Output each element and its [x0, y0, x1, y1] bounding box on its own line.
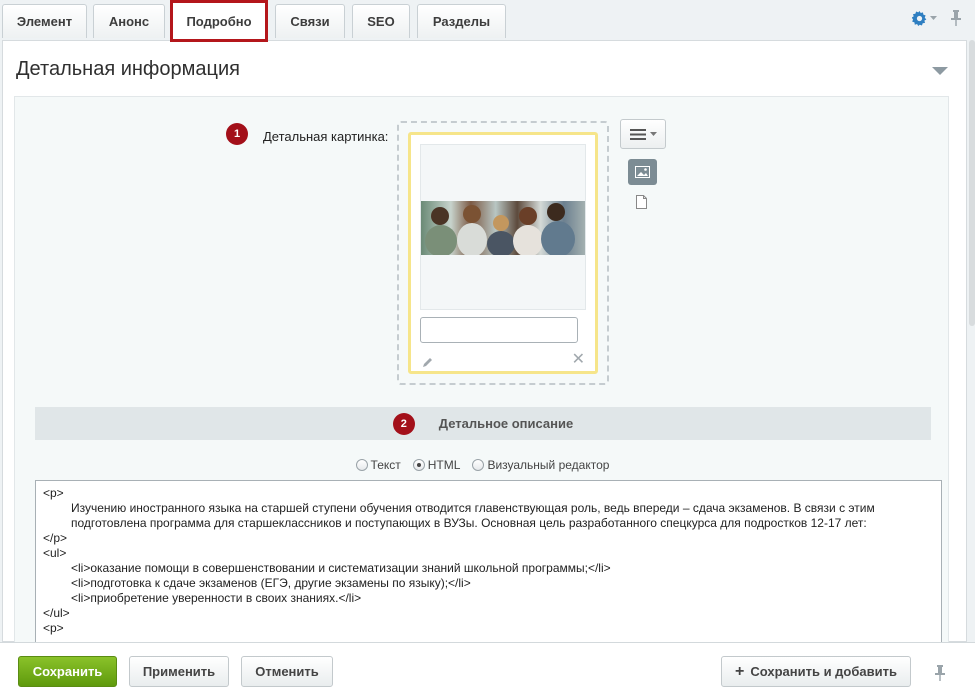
picture-drop-zone[interactable]: ✕	[397, 121, 609, 385]
code-line: <li>оказание помощи в совершенствовании …	[71, 561, 611, 575]
picture-menu-button[interactable]	[620, 119, 666, 149]
mode-visual-radio[interactable]: Визуальный редактор	[472, 458, 609, 472]
close-icon[interactable]: ✕	[572, 352, 585, 368]
tab-announce[interactable]: Анонс	[93, 4, 165, 38]
chevron-down-icon	[649, 131, 657, 136]
picture-card: ✕	[408, 132, 598, 374]
detail-description-header: 2 Детальное описание	[35, 407, 931, 440]
pin-icon	[951, 10, 961, 26]
details-panel: Детальная информация 1 Детальная картинк…	[2, 40, 967, 650]
panel-content: 1 Детальная картинка: ✕ 2 Детальное опис…	[14, 96, 950, 650]
code-line: Изучению иностранного языка на старшей с…	[71, 501, 879, 530]
mode-html-label: HTML	[427, 458, 461, 472]
scrollbar[interactable]	[969, 40, 975, 326]
code-line: <ul>	[43, 546, 67, 560]
mode-visual-label: Визуальный редактор	[487, 458, 610, 472]
apply-button[interactable]: Применить	[129, 656, 229, 687]
detail-description-title: Детальное описание	[438, 416, 574, 431]
chevron-down-icon	[930, 15, 937, 20]
file-icon[interactable]	[636, 195, 647, 214]
panel-title: Детальная информация	[16, 58, 240, 80]
tab-element[interactable]: Элемент	[2, 4, 87, 38]
code-line: <li>приобретение уверенности в своих зна…	[71, 591, 362, 605]
pin-tabs-button[interactable]	[951, 10, 961, 26]
plus-icon: +	[735, 662, 745, 680]
save-button[interactable]: Сохранить	[18, 656, 117, 687]
editor-mode-switch: Текст HTML Визуальный редактор	[15, 458, 950, 472]
tab-sections[interactable]: Разделы	[417, 4, 506, 38]
pin-footer-button[interactable]	[935, 665, 945, 681]
code-line: <li>подготовка к сдаче экзаменов (ЕГЭ, д…	[71, 576, 471, 590]
tab-seo[interactable]: SEO	[352, 4, 410, 38]
picture-description-input[interactable]	[420, 317, 578, 343]
collapse-arrow-icon[interactable]	[932, 67, 948, 75]
radio-icon	[472, 459, 485, 471]
image-view-button[interactable]	[628, 159, 657, 185]
tab-links[interactable]: Связи	[275, 4, 345, 38]
settings-menu[interactable]	[912, 10, 937, 26]
save-and-add-button[interactable]: + Сохранить и добавить	[721, 656, 911, 687]
mode-text-radio[interactable]: Текст	[355, 458, 401, 472]
menu-icon	[629, 128, 646, 140]
code-line: <p>	[43, 486, 64, 500]
tab-tools	[912, 10, 961, 26]
cancel-button[interactable]: Отменить	[241, 656, 333, 687]
gear-icon	[912, 10, 927, 26]
tab-details[interactable]: Подробно	[170, 0, 268, 42]
image-icon	[635, 166, 650, 178]
pin-icon	[935, 665, 945, 681]
code-line: <p>	[43, 621, 64, 635]
mode-html-radio[interactable]: HTML	[412, 458, 461, 472]
code-line: </ul>	[43, 606, 70, 620]
step-badge-2: 2	[392, 412, 415, 435]
detail-picture-label: Детальная картинка:	[263, 129, 389, 144]
tab-bar: Элемент Анонс Подробно Связи SEO Разделы	[0, 0, 975, 42]
pencil-icon[interactable]	[422, 355, 434, 373]
save-and-add-label: Сохранить и добавить	[750, 664, 897, 679]
mode-text-label: Текст	[370, 458, 401, 472]
radio-icon	[412, 459, 425, 471]
radio-icon	[355, 459, 368, 471]
code-line: </p>	[43, 531, 68, 545]
html-editor-textarea[interactable]: <p> Изучению иностранного языка на старш…	[35, 480, 942, 650]
step-badge-1: 1	[226, 123, 248, 145]
detail-picture-image	[421, 201, 585, 255]
form-footer: Сохранить Применить Отменить + Сохранить…	[0, 642, 975, 693]
picture-preview[interactable]	[420, 144, 586, 310]
